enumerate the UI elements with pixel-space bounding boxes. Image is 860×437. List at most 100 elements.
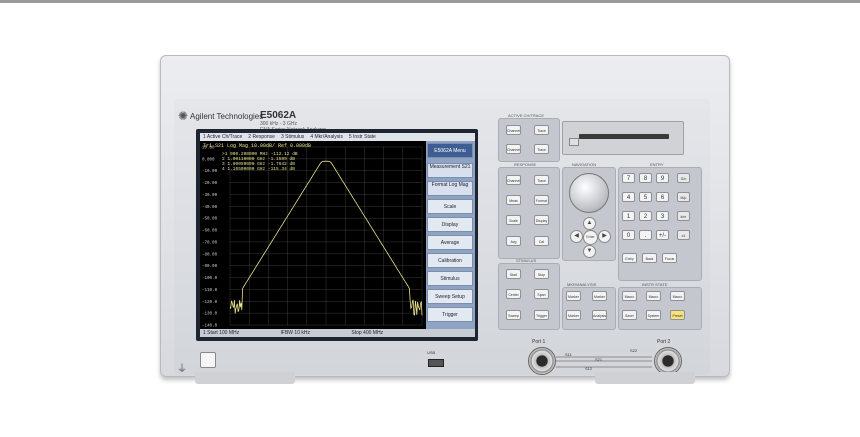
softkey-title[interactable]: E5062A Menu <box>427 143 473 158</box>
power-button[interactable] <box>200 352 216 368</box>
status-start: 1 Start 100 MHz <box>203 330 240 336</box>
macro-setup-key[interactable]: Macro Setup <box>622 291 637 301</box>
digit-key[interactable]: . <box>639 230 652 240</box>
stimulus-label: STIMULUS <box>516 258 537 263</box>
analysis-key[interactable]: Analysis <box>592 310 607 320</box>
trace-plot: 10.000.000-10.00-20.00-30.00-40.00-50.00… <box>202 143 423 329</box>
avg-key[interactable]: Avg <box>506 236 521 246</box>
port1-connector[interactable] <box>528 347 556 375</box>
macro-break-key[interactable]: Macro Break <box>670 291 685 301</box>
preset-key[interactable]: Preset <box>670 310 685 320</box>
digit-key[interactable]: 8 <box>639 173 652 183</box>
y-tick-label: 0.000 <box>202 158 215 162</box>
entry-group <box>618 167 702 281</box>
sweep-setup-key[interactable]: Sweep Setup <box>506 310 521 320</box>
digit-key[interactable]: 4 <box>622 192 635 202</box>
softkey-trigger[interactable]: Trigger <box>427 307 473 322</box>
trace-next-key[interactable]: Trace Next <box>534 125 549 135</box>
digit-key[interactable]: 9 <box>656 173 669 183</box>
unit-key[interactable]: M/μ <box>677 192 690 202</box>
unit-key[interactable]: G/n <box>677 173 690 183</box>
scale-key[interactable]: Scale <box>506 215 521 225</box>
marker-fctn-key[interactable]: Marker Fctn <box>566 310 581 320</box>
format-key[interactable]: Format <box>534 195 549 205</box>
menu-mkr-analysis[interactable]: 4 Mkr/Analysis <box>307 134 346 140</box>
channel-max-key[interactable]: Channel Max <box>506 144 521 154</box>
digit-key[interactable]: 6 <box>656 192 669 202</box>
y-tick-label: -100.0 <box>202 277 218 281</box>
agilent-logo-icon: ✺ <box>178 109 189 123</box>
save-recall-key[interactable]: Save/ Recall <box>622 310 637 320</box>
network-analyzer: ✺ Agilent Technologies E5062A 300 kHz - … <box>160 55 730 377</box>
softkey-calibration[interactable]: Calibration <box>427 253 473 268</box>
unit-key[interactable]: k/m <box>677 211 690 221</box>
meas-key[interactable]: Meas <box>506 195 521 205</box>
y-tick-label: -140.0 <box>202 325 218 329</box>
channel-prev-key[interactable]: Channel Prev <box>506 175 521 185</box>
marker-search-key[interactable]: Marker Search <box>592 291 607 301</box>
ground-icon: ⏚ <box>177 364 187 375</box>
center-key[interactable]: Center <box>506 289 521 299</box>
digit-key[interactable]: 2 <box>639 211 652 221</box>
left-foot <box>195 372 295 384</box>
span-key[interactable]: Span <box>534 289 549 299</box>
channel-next-key[interactable]: Channel Next <box>506 125 521 135</box>
digit-key[interactable]: 5 <box>639 192 652 202</box>
y-tick-label: -110.0 <box>202 289 218 293</box>
y-tick-label: -120.0 <box>202 301 218 305</box>
digit-key[interactable]: 0 <box>622 230 635 240</box>
softkey-scale[interactable]: Scale <box>427 199 473 214</box>
y-tick-label: -10.00 <box>202 170 218 174</box>
active-ch-label: ACTIVE CH/TRACE <box>508 113 545 118</box>
marker-key[interactable]: Marker <box>566 291 581 301</box>
usb-port[interactable] <box>428 359 444 367</box>
floppy-eject-button[interactable] <box>569 138 579 146</box>
response-label: RESPONSE <box>514 162 537 167</box>
softkey-display[interactable]: Display <box>427 217 473 232</box>
focus-key[interactable]: Focus <box>662 253 677 263</box>
port2-label: Port 2 <box>657 339 671 345</box>
softkey-format[interactable]: Format Log Mag <box>427 181 473 196</box>
rotary-knob[interactable] <box>569 173 609 213</box>
menu-stimulus[interactable]: 3 Stimulus <box>278 134 307 140</box>
digit-key[interactable]: 7 <box>622 173 635 183</box>
system-key[interactable]: System <box>646 310 661 320</box>
digit-key[interactable]: 3 <box>656 211 669 221</box>
marker-readout-4: 4 1.16500000 GHz -115.34 dB <box>222 166 295 172</box>
softkey-stimulus[interactable]: Stimulus <box>427 271 473 286</box>
back-space-key[interactable]: Back Space <box>642 253 657 263</box>
arrow-right-icon[interactable]: ▶ <box>598 230 611 243</box>
trace-header: Tr1 S21 Log Mag 10.00dB/ Ref 0.000dB <box>203 143 311 149</box>
cal-key[interactable]: Cal <box>534 236 549 246</box>
model-number: E5062A <box>260 110 297 121</box>
y-tick-label: -130.0 <box>202 313 218 317</box>
softkey-sweep-setup[interactable]: Sweep Setup <box>427 289 473 304</box>
y-tick-label: -60.00 <box>202 230 218 234</box>
digit-key[interactable]: +/- <box>656 230 669 240</box>
menu-instr-state[interactable]: 5 Instr State <box>346 134 379 140</box>
arrow-up-icon[interactable]: ▲ <box>583 217 596 230</box>
digit-key[interactable]: 1 <box>622 211 635 221</box>
port2-connector[interactable] <box>654 347 682 375</box>
status-ifbw: IFBW 10 kHz <box>280 330 310 336</box>
unit-key[interactable]: x1 <box>677 230 690 240</box>
display-key[interactable]: Display <box>534 215 549 225</box>
menu-response[interactable]: 2 Response <box>245 134 278 140</box>
start-key[interactable]: Start <box>506 269 521 279</box>
arrow-down-icon[interactable]: ▼ <box>583 245 596 258</box>
y-tick-label: -80.00 <box>202 253 218 257</box>
menu-active-ch[interactable]: 1 Active Ch/Trace <box>200 134 245 140</box>
softkey-measurement[interactable]: Measurement S21 <box>427 163 473 178</box>
enter-key[interactable]: Enter <box>583 230 598 245</box>
softkey-average[interactable]: Average <box>427 235 473 250</box>
status-stop: Stop 400 MHz <box>351 330 384 336</box>
entry-off-key[interactable]: Entry Off <box>622 253 637 263</box>
plot-area: 10.00 0.000 -10.00 -20.00 -30.00 -40.00 -50.00… <box>200 141 425 333</box>
macro-run-key[interactable]: Macro Run <box>646 291 661 301</box>
trace-max-key[interactable]: Trace Max <box>534 144 549 154</box>
trigger-key[interactable]: Trigger <box>534 310 549 320</box>
arrow-left-icon[interactable]: ◀ <box>570 230 583 243</box>
trace-prev-key[interactable]: Trace Prev <box>534 175 549 185</box>
floppy-slot[interactable] <box>579 134 669 139</box>
stop-key[interactable]: Stop <box>534 269 549 279</box>
